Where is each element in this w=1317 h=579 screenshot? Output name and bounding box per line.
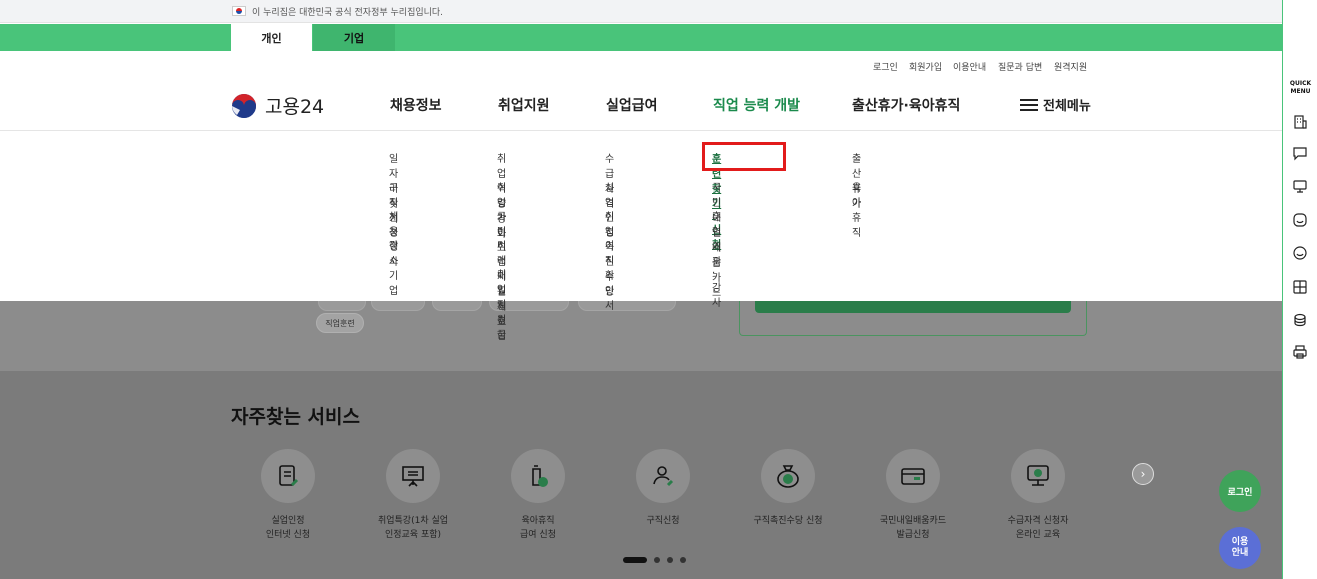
service-item[interactable]: 국민내일배움카드발급신청 [858,449,968,542]
tab-personal[interactable]: 개인 [231,24,312,51]
person-pen-icon [636,449,690,503]
signup-link[interactable]: 회원가입 [909,60,942,73]
service-label: 취업특강(1차 실업 [377,516,449,526]
quick-title-line: QUICK [1289,80,1312,87]
baby-bottle-icon [511,449,565,503]
dimmed-search-area [0,301,1282,371]
quick-menu-title: QUICK MENU [1283,80,1317,96]
service-item[interactable]: 실업인정인터넷 신청 [233,449,343,542]
service-label: 구직신청 [646,516,680,526]
quick-title-line: MENU [1290,88,1311,95]
tab-corporate[interactable]: 기업 [313,24,395,51]
service-label: 온라인 교육 [1015,530,1061,540]
chat-bubble-icon[interactable] [1292,145,1308,161]
hamburger-icon [1020,98,1038,111]
pagination-dot[interactable] [667,557,673,563]
service-label: 국민내일배움카드 [879,516,947,526]
all-menu-button[interactable]: 전체메뉴 [1020,95,1091,114]
site-logo[interactable]: 고용24 [231,92,324,119]
mega-menu [0,131,1282,301]
card-icon [886,449,940,503]
pagination-dot[interactable] [623,557,647,563]
service-label: 발급신청 [896,530,930,540]
all-menu-label: 전체메뉴 [1043,99,1091,114]
guide-label: 안내 [1231,548,1249,558]
nav-parental-leave[interactable]: 출산휴가·육아휴직 [852,95,960,115]
service-item[interactable]: 육아휴직급여 신청 [483,449,593,542]
service-label: 인터넷 신청 [265,530,311,540]
service-item[interactable]: 취업특강(1차 실업인정교육 포함) [358,449,468,542]
carousel-pagination [623,557,686,563]
nav-vocational-training[interactable]: 직업 능력 개발 [713,95,800,115]
service-item[interactable]: 수급자격 신청자온라인 교육 [983,449,1093,542]
remote-support-link[interactable]: 원격지원 [1054,60,1087,73]
nav-unemployment-benefit[interactable]: 실업급여 [606,95,658,115]
nav-job-info[interactable]: 채용정보 [390,95,442,115]
pagination-dot[interactable] [654,557,660,563]
quick-menu: QUICK MENU [1282,0,1317,579]
presentation-board-icon [386,449,440,503]
money-bag-won-icon [761,449,815,503]
submenu-employment-subsidy[interactable]: 취업지원금 [497,266,506,341]
submenu-training-institution[interactable]: 훈련 기관·강사 [712,208,721,309]
login-box-button[interactable] [755,301,1071,313]
service-label: 실업인정 [271,516,305,526]
audience-tab-bar: 개인 기업 [0,24,1282,51]
guide-label: 이용 [1231,537,1249,547]
building-icon[interactable] [1292,114,1308,130]
logo-text: 고용24 [265,96,325,118]
printer-icon[interactable] [1292,344,1308,360]
calculator-icon[interactable] [1292,279,1308,295]
smile-icon[interactable] [1292,245,1308,261]
document-pen-icon [261,449,315,503]
submenu-parental-leave[interactable]: 육아휴직 [852,179,861,239]
gov-banner: 이 누리집은 대한민국 공식 전자정부 누리집입니다. [0,0,1282,23]
floating-login-button[interactable]: 로그인 [1219,470,1261,512]
pagination-dot[interactable] [680,557,686,563]
qna-link[interactable]: 질문과 답변 [998,60,1042,73]
service-label: 인정교육 포함) [384,530,442,540]
korea-flag-icon [232,6,246,16]
service-label: 수급자격 신청자 [1007,516,1069,526]
submenu-small-giant[interactable]: 강소기업 [389,237,398,297]
highlight-box [702,142,786,171]
carousel-next-icon[interactable]: › [1132,463,1154,485]
service-item[interactable]: 구직촉진수당 신청 [733,449,843,528]
smile-chat-icon[interactable] [1292,212,1308,228]
login-link[interactable]: 로그인 [873,60,898,73]
monitor-icon[interactable] [1292,178,1308,194]
service-item[interactable]: 구직신청 [608,449,718,528]
taegeuk-logo-icon [231,93,257,119]
service-label: 육아휴직 [521,516,555,526]
service-label: 급여 신청 [520,530,556,540]
submenu-separation-certificate[interactable]: 이직확인서 [605,237,614,312]
tag-vocational-training[interactable]: 직업훈련 [316,313,364,333]
frequent-services-title: 자주찾는 서비스 [231,406,360,428]
coin-stack-icon[interactable] [1292,312,1308,328]
guide-link[interactable]: 이용안내 [953,60,986,73]
monitor-play-icon [1011,449,1065,503]
nav-employment-support[interactable]: 취업지원 [498,95,550,115]
floating-guide-button[interactable]: 이용 안내 [1219,527,1261,569]
service-label: 구직촉진수당 신청 [753,516,823,526]
gov-banner-text[interactable]: 이 누리집은 대한민국 공식 전자정부 누리집입니다. [252,5,443,18]
